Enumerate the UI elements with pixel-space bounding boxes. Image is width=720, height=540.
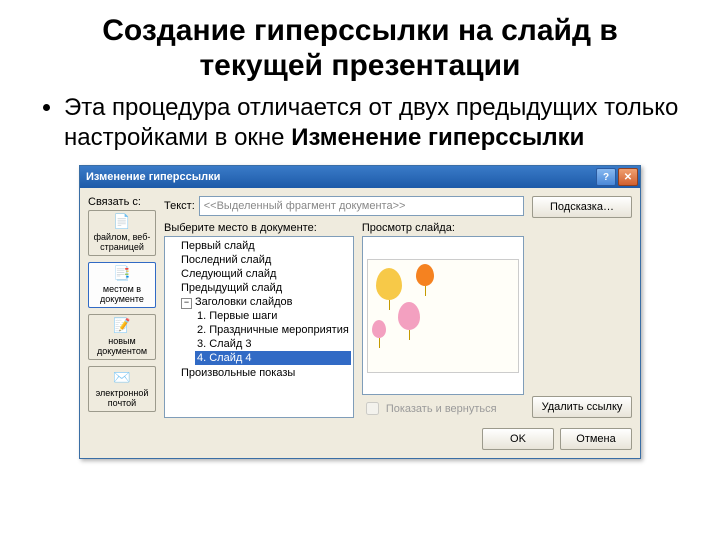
tree-custom-shows[interactable]: Произвольные показы (179, 366, 353, 380)
tree-headers-label: Заголовки слайдов (195, 296, 293, 308)
tree-slide-1[interactable]: 1. Первые шаги (195, 309, 351, 323)
help-button[interactable]: ? (596, 168, 616, 186)
place-tree[interactable]: Первый слайд Последний слайд Следующий с… (164, 236, 354, 418)
link-to-email-label: электронной почтой (89, 389, 155, 409)
show-and-return-label: Показать и вернуться (386, 403, 497, 415)
select-place-label: Выберите место в документе: (164, 222, 354, 234)
text-field-label: Текст: (164, 200, 195, 212)
link-to-new-doc-label: новым документом (89, 337, 155, 357)
link-to-label: Связать с: (88, 196, 156, 208)
balloon-icon (376, 268, 402, 300)
show-and-return-option: Показать и вернуться (362, 399, 524, 418)
globe-file-icon: 📄 (112, 213, 132, 231)
remove-link-button[interactable]: Удалить ссылку (532, 396, 632, 418)
new-document-icon: 📝 (112, 317, 132, 335)
bullet-text-bold: Изменение гиперссылки (291, 124, 584, 151)
tree-next-slide[interactable]: Следующий слайд (179, 267, 353, 281)
ok-button[interactable]: OK (482, 428, 554, 450)
tree-slide-3[interactable]: 3. Слайд 3 (195, 337, 351, 351)
email-icon: ✉️ (112, 369, 132, 387)
show-and-return-checkbox (366, 402, 379, 415)
document-bookmark-icon: 📑 (112, 265, 132, 283)
link-to-panel: 📄 файлом, веб-страницей 📑 местом в докум… (88, 210, 156, 412)
slide-bullet: Эта процедура отличается от двух предыду… (64, 93, 680, 153)
tree-slide-2[interactable]: 2. Праздничные мероприятия (195, 323, 351, 337)
preview-label: Просмотр слайда: (362, 222, 524, 234)
tree-headers-node[interactable]: −Заголовки слайдов 1. Первые шаги 2. Пра… (179, 295, 353, 366)
link-to-place-label: местом в документе (89, 285, 155, 305)
collapse-icon[interactable]: − (181, 298, 192, 309)
link-to-place-in-doc[interactable]: 📑 местом в документе (88, 262, 156, 308)
dialog-titlebar[interactable]: Изменение гиперссылки ? ✕ (80, 166, 640, 188)
slide-thumbnail (367, 259, 519, 373)
display-text-input[interactable] (199, 196, 524, 216)
tree-prev-slide[interactable]: Предыдущий слайд (179, 281, 353, 295)
balloon-icon (372, 320, 386, 338)
hyperlink-dialog: Изменение гиперссылки ? ✕ Связать с: 📄 ф… (79, 165, 641, 459)
tree-last-slide[interactable]: Последний слайд (179, 253, 353, 267)
balloon-icon (398, 302, 420, 330)
slide-title: Создание гиперссылки на слайд в текущей … (40, 14, 680, 83)
tree-slide-4[interactable]: 4. Слайд 4 (195, 351, 351, 365)
balloon-icon (416, 264, 434, 286)
link-to-email[interactable]: ✉️ электронной почтой (88, 366, 156, 412)
close-button[interactable]: ✕ (618, 168, 638, 186)
link-to-file-web[interactable]: 📄 файлом, веб-страницей (88, 210, 156, 256)
link-to-file-web-label: файлом, веб-страницей (89, 233, 155, 253)
slide-preview (362, 236, 524, 395)
cancel-button[interactable]: Отмена (560, 428, 632, 450)
dialog-title: Изменение гиперссылки (86, 171, 594, 183)
tree-first-slide[interactable]: Первый слайд (179, 239, 353, 253)
screentip-button[interactable]: Подсказка… (532, 196, 632, 218)
link-to-new-doc[interactable]: 📝 новым документом (88, 314, 156, 360)
